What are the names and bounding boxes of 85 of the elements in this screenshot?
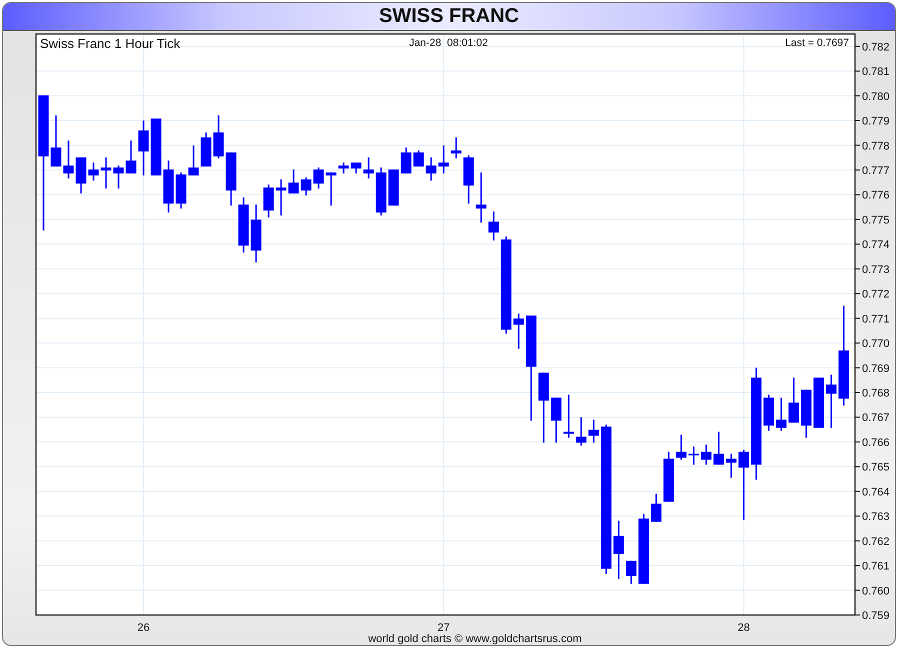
y-axis-label: 0.765 (862, 462, 890, 474)
candlestick (676, 434, 686, 460)
y-axis-label: 0.775 (862, 214, 890, 226)
candlestick (313, 168, 324, 189)
y-axis-label: 0.777 (862, 164, 890, 177)
y-axis-label: 0.762 (862, 536, 890, 548)
candlestick (263, 184, 274, 218)
chart-title: SWISS FRANC (379, 5, 519, 28)
timestamp-label: Jan-28 08:01:02 (409, 37, 488, 49)
candlestick (138, 120, 149, 176)
y-axis-label: 0.778 (862, 140, 890, 152)
candlestick (250, 204, 262, 262)
candlestick (288, 169, 299, 194)
candlestick (438, 146, 449, 174)
last-price-label: Last = 0.7697 (785, 37, 849, 49)
chart-subtitle: Swiss Franc 1 Hour Tick (40, 36, 180, 51)
candlestick (63, 140, 74, 178)
candlestick (188, 146, 199, 176)
candlestick (76, 157, 86, 194)
y-axis-label: 0.771 (862, 313, 890, 326)
y-axis-label: 0.761 (862, 560, 890, 573)
candlestick (150, 118, 162, 176)
candlestick (650, 494, 662, 522)
candlestick (788, 378, 799, 423)
candlestick (613, 520, 624, 579)
y-axis-label: 0.774 (862, 239, 890, 252)
candlestick (276, 179, 286, 216)
y-axis-label: 0.760 (862, 585, 890, 598)
candlestick (88, 162, 99, 181)
y-axis-label: 0.772 (862, 288, 890, 301)
candlestick (50, 115, 62, 167)
candlestick (550, 398, 562, 443)
candlestick (238, 197, 249, 253)
candlestick (776, 398, 786, 431)
y-axis-label: 0.769 (862, 362, 890, 375)
candlestick (450, 137, 462, 158)
y-axis-label: 0.759 (862, 610, 890, 622)
candlestick (801, 390, 812, 438)
candlestick (338, 162, 349, 174)
candlestick (488, 212, 499, 240)
candlestick (113, 166, 124, 189)
y-axis-label: 0.779 (862, 116, 890, 128)
candlestick (726, 454, 736, 478)
candlestick (588, 420, 599, 443)
y-axis-label: 0.770 (862, 338, 890, 350)
y-axis-label: 0.773 (862, 264, 890, 276)
y-axis-label: 0.782 (862, 41, 890, 54)
candlestick (350, 162, 362, 174)
candlestick (826, 374, 836, 428)
y-axis-label: 0.764 (862, 486, 890, 498)
candlestick (300, 177, 312, 196)
candlestick (538, 372, 549, 443)
candlestick (126, 140, 136, 174)
candlestick (763, 394, 774, 431)
y-axis-label: 0.766 (862, 436, 890, 449)
y-axis-label: 0.763 (862, 511, 890, 524)
copyright-text: world gold charts © www.goldchartsrus.com (368, 633, 582, 645)
x-axis-label: 26 (137, 622, 150, 634)
candlestick (700, 444, 712, 465)
y-axis-label: 0.767 (862, 412, 890, 424)
candlestick (713, 432, 724, 465)
candlestick (326, 172, 336, 206)
candlestick (226, 152, 236, 206)
y-axis-label: 0.768 (862, 388, 890, 400)
y-axis-label: 0.781 (862, 66, 890, 78)
candlestick (638, 514, 649, 584)
candlestick (563, 394, 574, 438)
y-axis-label: 0.776 (862, 190, 890, 202)
y-axis-label: 0.780 (862, 90, 890, 103)
candlestick (814, 378, 824, 428)
candlestick (363, 157, 374, 178)
candlestick (576, 417, 586, 446)
candlestick (476, 172, 486, 223)
candlestick (738, 450, 749, 520)
candlestick (663, 452, 674, 502)
candlestick (513, 314, 524, 349)
candlestick (688, 446, 699, 465)
candlestick (426, 157, 436, 181)
x-axis-label: 28 (738, 622, 750, 634)
candlestick (163, 160, 174, 212)
x-axis-label: 27 (438, 622, 450, 634)
candlestick (100, 157, 112, 189)
candlestick (626, 560, 636, 584)
candlestick (213, 115, 224, 158)
candlestick (463, 155, 474, 204)
